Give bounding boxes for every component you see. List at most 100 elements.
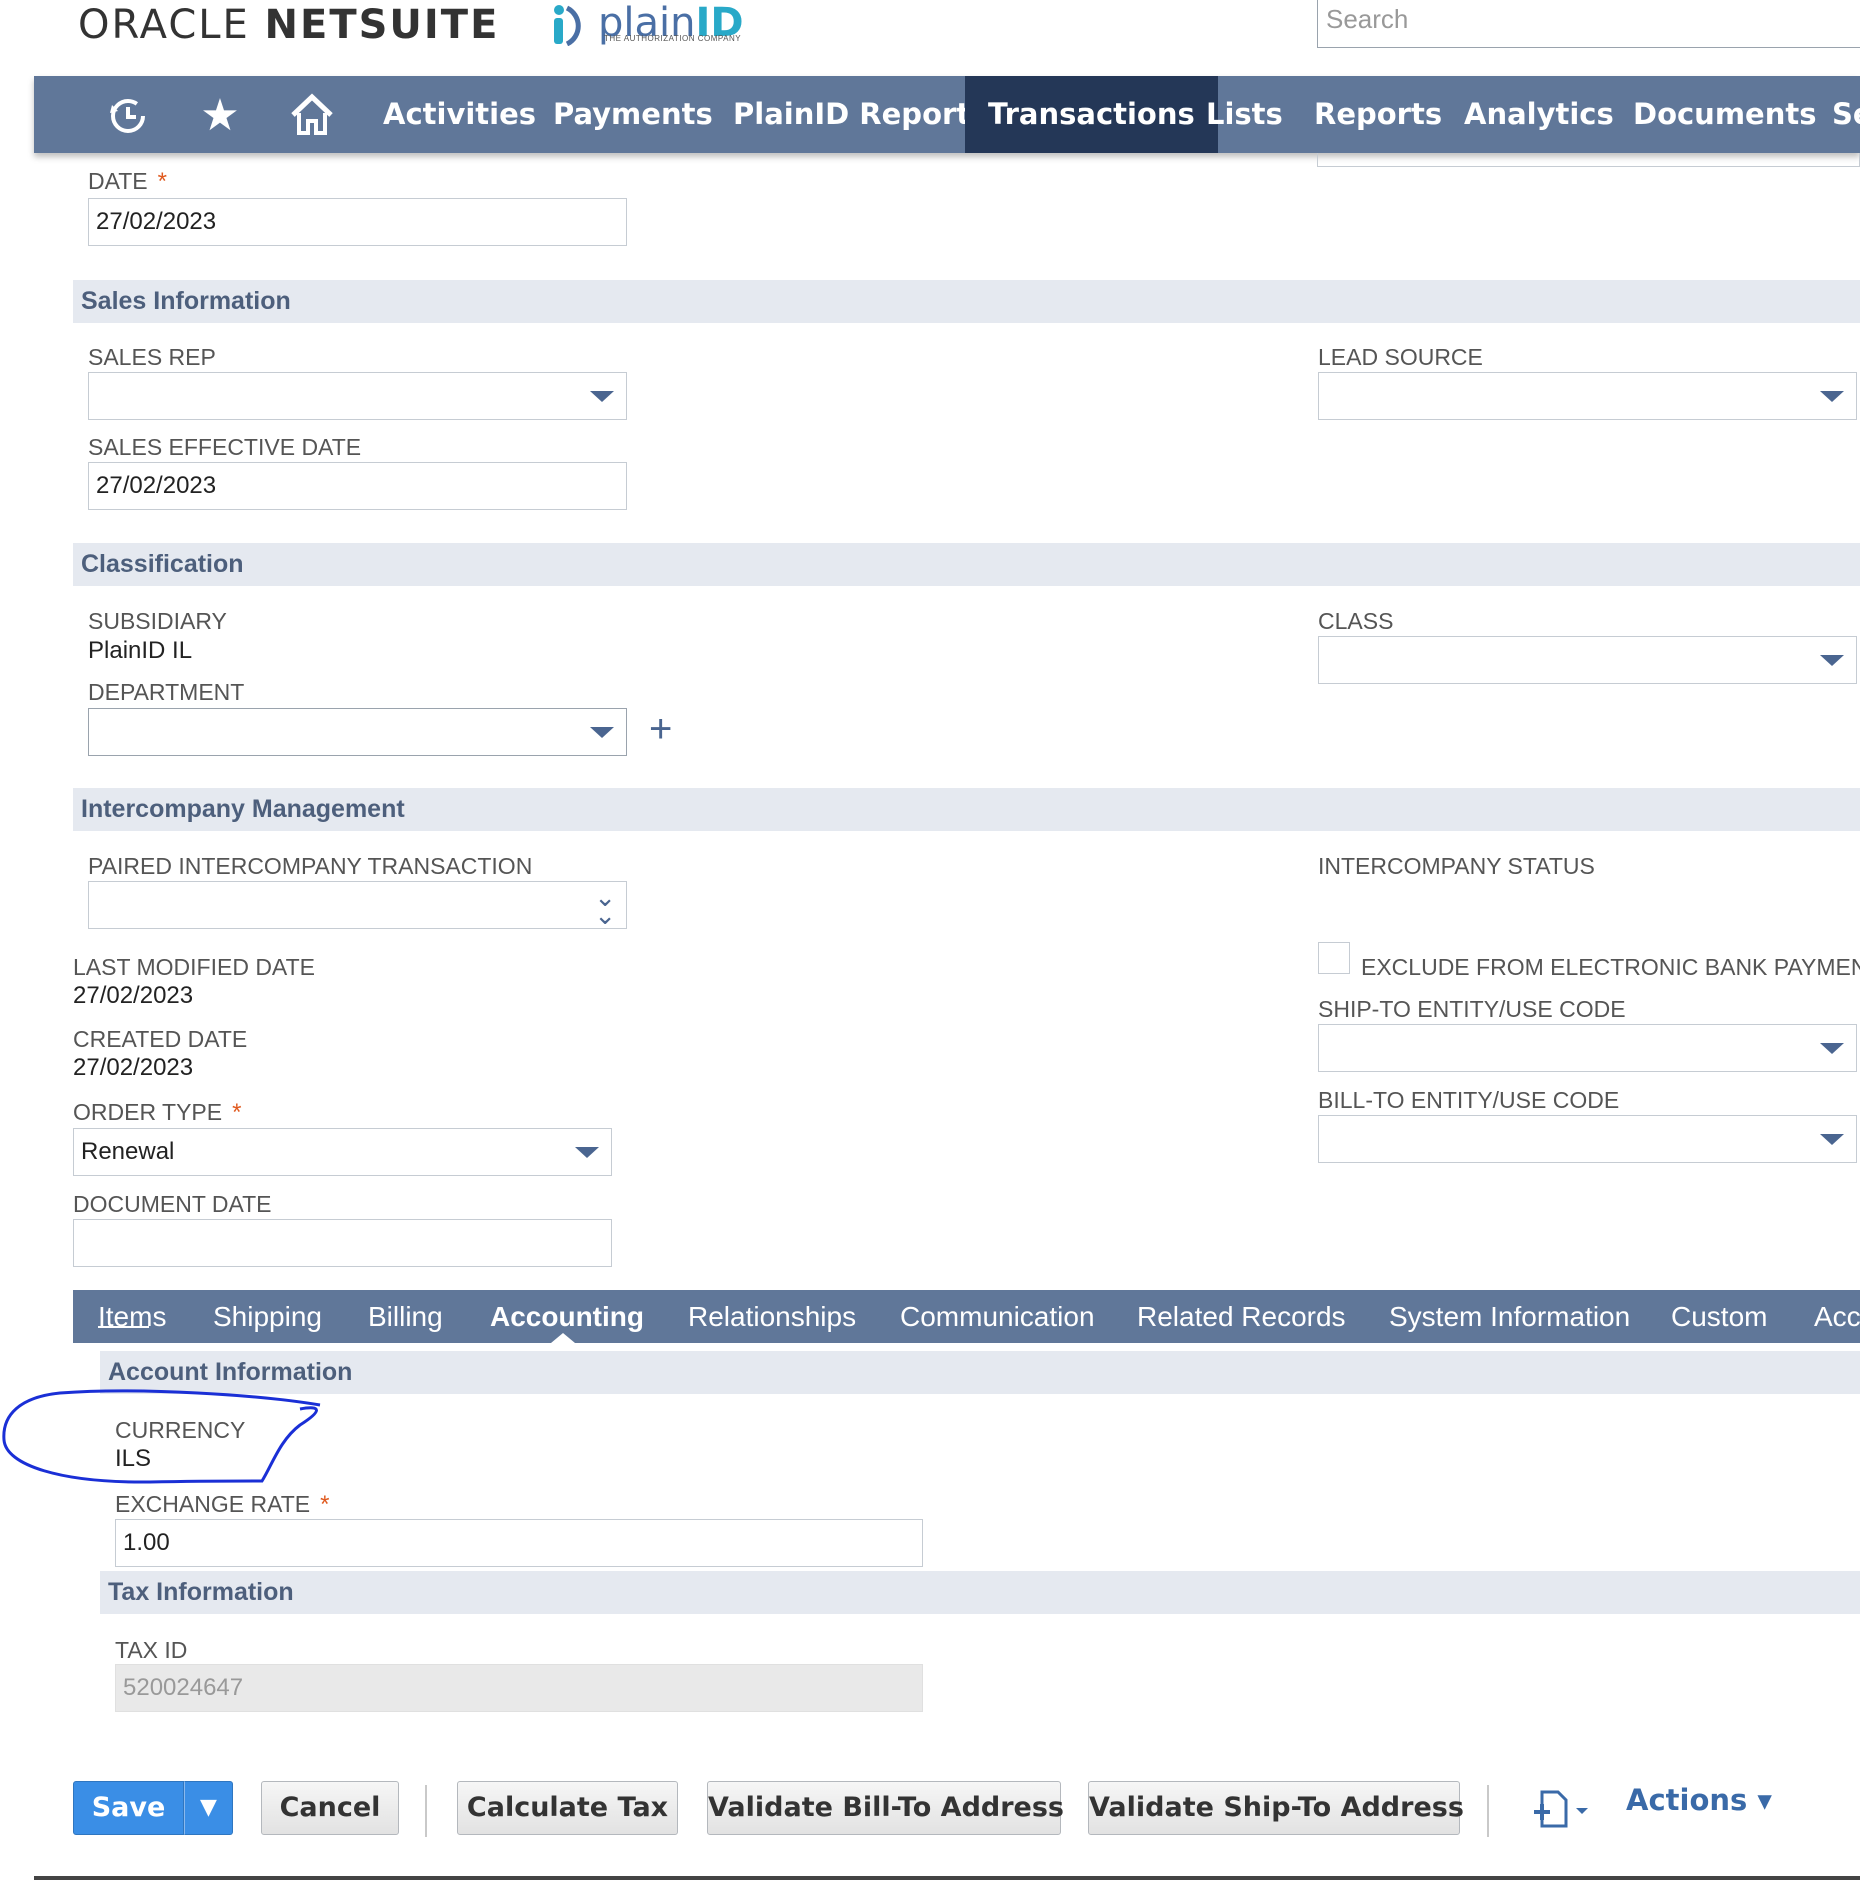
paired-intercompany-label: PAIRED INTERCOMPANY TRANSACTION [88,853,533,879]
lead-source-select[interactable] [1318,372,1857,420]
section-title: Tax Information [108,1578,294,1606]
class-select[interactable] [1318,636,1857,684]
subtab-bar: Items Shipping Billing Accounting Relati… [73,1290,1860,1343]
sales-rep-label: SALES REP [88,344,216,370]
add-department-plus-icon[interactable]: + [649,707,672,752]
sales-effective-date-value: 27/02/2023 [96,472,217,499]
validate-ship-to-button[interactable]: Validate Ship-To Address [1088,1781,1464,1835]
date-input[interactable]: 27/02/2023 [88,198,627,246]
exchange-rate-label: EXCHANGE RATE * [115,1491,330,1518]
tab-custom[interactable]: Custom [1671,1290,1767,1343]
section-tax-information[interactable]: Tax Information [100,1571,1860,1614]
save-button[interactable]: Save [73,1781,184,1835]
exclude-ebp-checkbox[interactable] [1318,942,1350,974]
oracle-netsuite-logo[interactable]: ORACLE NETSUITE [78,2,499,48]
favorites-star-icon[interactable]: ★ [194,90,246,140]
tab-shipping[interactable]: Shipping [213,1290,322,1343]
sales-rep-select[interactable] [88,372,627,420]
last-modified-value: 27/02/2023 [73,982,194,1009]
nav-payments[interactable]: Payments [530,76,736,153]
required-asterisk: * [320,1491,330,1518]
tax-id-value: 520024647 [123,1674,244,1701]
exchange-rate-value: 1.00 [123,1529,170,1556]
date-label: DATE * [88,168,167,195]
chevron-down-icon [575,1147,599,1158]
tab-system-information[interactable]: System Information [1389,1290,1630,1343]
partial-field-under-nav [1317,153,1860,167]
required-asterisk: * [157,168,167,195]
paired-intercompany-select[interactable]: ⌄ ⌄ [88,881,627,929]
intercompany-status-label: INTERCOMPANY STATUS [1318,853,1595,879]
page-bottom-border [34,1876,1860,1880]
double-chevron-down-icon: ⌄ ⌄ [594,882,616,930]
search-placeholder: Search [1326,4,1409,34]
section-title: Classification [81,550,244,578]
ship-to-entity-select[interactable] [1318,1024,1857,1072]
lead-source-label: LEAD SOURCE [1318,344,1483,370]
order-type-value: Renewal [81,1138,175,1165]
section-intercompany-management[interactable]: Intercompany Management [73,788,1860,831]
actions-menu[interactable]: Actions ▾ [1626,1783,1772,1817]
tax-id-input: 520024647 [115,1664,923,1712]
created-date-value: 27/02/2023 [73,1054,194,1081]
home-icon[interactable] [286,90,338,140]
nav-analytics[interactable]: Analytics [1441,76,1637,153]
tab-items[interactable]: Items [98,1290,166,1343]
tab-underline [98,1326,149,1328]
nav-transactions[interactable]: Transactions [965,76,1218,153]
chevron-down-icon [1820,1134,1844,1145]
make-copy-icon[interactable] [1530,1786,1594,1840]
subsidiary-label: SUBSIDIARY [88,608,227,634]
last-modified-label: LAST MODIFIED DATE [73,954,315,980]
cancel-button[interactable]: Cancel [261,1781,399,1835]
section-sales-information[interactable]: Sales Information [73,280,1860,323]
chevron-down-icon [590,727,614,738]
netsuite-logo-text: NETSUITE [264,2,500,48]
section-title: Sales Information [81,287,291,315]
chevron-down-icon [1820,1043,1844,1054]
chevron-down-icon [590,391,614,402]
tax-id-label: TAX ID [115,1637,188,1663]
hand-drawn-annotation-circle [2,1389,321,1484]
nav-lists[interactable]: Lists [1183,76,1306,153]
bill-to-entity-label: BILL-TO ENTITY/USE CODE [1318,1087,1620,1113]
tab-relationships[interactable]: Relationships [688,1290,856,1343]
department-label: DEPARTMENT [88,679,245,705]
calculate-tax-button[interactable]: Calculate Tax [457,1781,678,1835]
global-search-input[interactable]: Search [1317,0,1860,48]
order-type-label: ORDER TYPE * [73,1099,242,1126]
tab-related-records[interactable]: Related Records [1137,1290,1346,1343]
plainid-logo-icon [545,2,593,47]
validate-bill-to-button[interactable]: Validate Bill-To Address [707,1781,1064,1835]
oracle-logo-text: ORACLE [78,2,250,48]
order-type-select[interactable]: Renewal [73,1128,612,1176]
tab-billing[interactable]: Billing [368,1290,443,1343]
tab-communication[interactable]: Communication [900,1290,1095,1343]
section-classification[interactable]: Classification [73,543,1860,586]
plainid-tagline: THE AUTHORIZATION COMPANY [604,34,742,43]
sales-effective-date-input[interactable]: 27/02/2023 [88,462,627,510]
nav-reports[interactable]: Reports [1291,76,1465,153]
department-select[interactable] [88,708,627,756]
required-asterisk: * [232,1099,242,1126]
subsidiary-value: PlainID IL [88,637,193,664]
exchange-rate-input[interactable]: 1.00 [115,1519,923,1567]
active-tab-indicator [551,1333,575,1343]
exclude-ebp-label: EXCLUDE FROM ELECTRONIC BANK PAYMEN [1361,954,1860,980]
button-separator [425,1785,427,1837]
save-dropdown-button[interactable]: ▼ [184,1781,233,1835]
nav-documents[interactable]: Documents [1610,76,1840,153]
document-date-input[interactable] [73,1219,612,1267]
sales-effective-date-label: SALES EFFECTIVE DATE [88,434,362,460]
document-date-label: DOCUMENT DATE [73,1191,272,1217]
chevron-down-icon [1820,655,1844,666]
bill-to-entity-select[interactable] [1318,1115,1857,1163]
main-nav-bar: ★ Activities Payments PlainID Reports Tr… [34,76,1860,153]
section-account-information[interactable]: Account Information [100,1351,1860,1394]
ship-to-entity-label: SHIP-TO ENTITY/USE CODE [1318,996,1626,1022]
tab-truncated[interactable]: Acc [1814,1290,1860,1343]
nav-setup-truncated[interactable]: Se [1809,76,1860,153]
recent-records-icon[interactable] [102,90,154,140]
section-title: Account Information [108,1358,353,1386]
chevron-down-icon [1820,391,1844,402]
